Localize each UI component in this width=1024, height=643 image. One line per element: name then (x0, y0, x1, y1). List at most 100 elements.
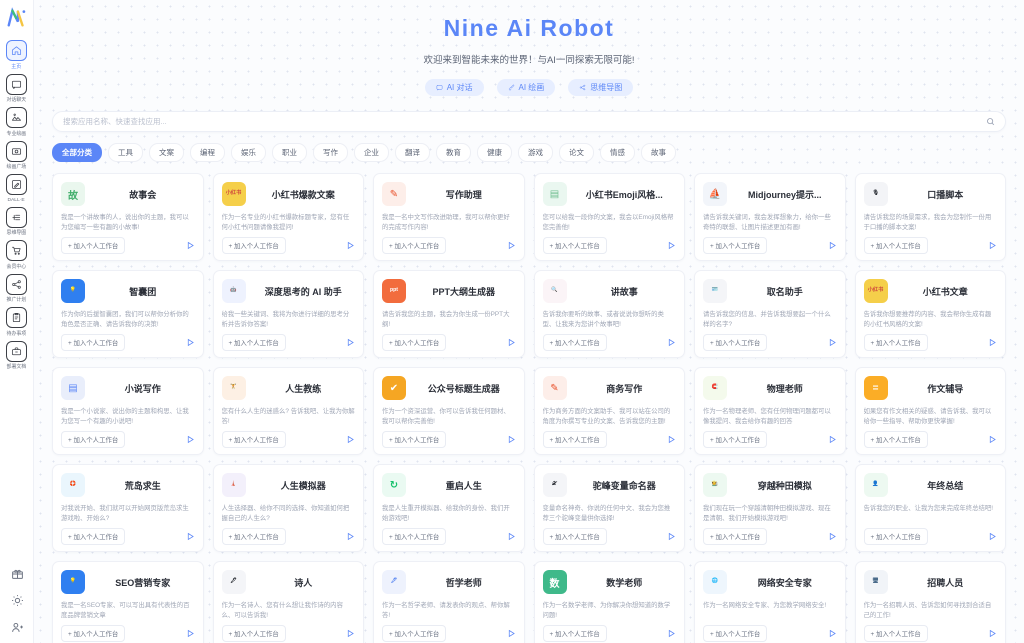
play-icon[interactable] (988, 241, 997, 250)
category-tag-1[interactable]: 全部分类 (52, 143, 102, 163)
add-to-workspace-button[interactable]: + 加入个人工作台 (61, 237, 126, 255)
add-to-workspace-button[interactable]: + 加入个人工作台 (542, 334, 607, 352)
sidebar-item-2[interactable]: 对话聊天 (0, 72, 34, 105)
play-icon[interactable] (186, 532, 195, 541)
add-to-workspace-button[interactable]: + 加入个人工作台 (703, 237, 768, 255)
app-card[interactable]: 🎙 口播脚本 请告诉我您的场景需求，我会为您制作一份用于口播的脚本文案! + 加… (854, 173, 1006, 262)
add-to-workspace-button[interactable]: + 加入个人工作台 (542, 528, 607, 546)
app-card[interactable]: 小红书 小红书爆款文案 作为一名专业的小红书爆款标题专家，您有任何小红书问题请像… (212, 173, 364, 262)
app-card[interactable]: 🧑‍🌾 穿越种田模拟 我们现在玩一个穿越清朝种田模拟游戏、现在是清朝、我们开始模… (694, 464, 846, 553)
app-card[interactable]: 🖥 招聘人员 作为一名招聘人员、告诉您如何寻找到合适自己的工作! + 加入个人工… (854, 561, 1006, 643)
add-to-workspace-button[interactable]: + 加入个人工作台 (542, 625, 607, 643)
add-to-workspace-button[interactable]: + 加入个人工作台 (61, 334, 126, 352)
category-tag-10[interactable]: 教育 (436, 143, 471, 163)
play-icon[interactable] (507, 241, 516, 250)
app-card[interactable]: 🗼 人生模拟器 人生选择器、给你不同的选择、你知道如何把握自己的人生么? + 加… (212, 464, 364, 553)
sidebar-item-4[interactable]: 绘画广场 (0, 139, 34, 172)
app-card[interactable]: 🛟 荒岛求生 对我说开始、我们就可以开始网页版荒岛求生游戏啦、开始么? + 加入… (52, 464, 204, 553)
add-to-workspace-button[interactable]: + 加入个人工作台 (863, 237, 928, 255)
user-add-icon[interactable] (9, 619, 25, 635)
play-icon[interactable] (667, 435, 676, 444)
app-card[interactable]: 𝒳 驼峰变量命名器 变量命名神奇、你说的任何中文、我会为您推荐三个驼峰变量供你选… (533, 464, 685, 553)
app-card[interactable]: 🧲 物理老师 作为一名物理老师、您有任何物理问题都可以像我提问、我会给你有趣的回… (694, 367, 846, 456)
play-icon[interactable] (988, 629, 997, 638)
app-card[interactable]: ✎ 写作助理 我是一名中文写作改进助理，我可以帮你更好的完成写作内容! + 加入… (373, 173, 525, 262)
play-icon[interactable] (667, 532, 676, 541)
category-tag-3[interactable]: 文案 (149, 143, 184, 163)
play-icon[interactable] (828, 338, 837, 347)
search-input[interactable] (63, 117, 986, 127)
app-card[interactable]: 💡 智囊团 作为你的后援智囊团，我们可以帮你分析你的角色是否正确、请告诉我你的决… (52, 270, 204, 359)
play-icon[interactable] (667, 241, 676, 250)
gift-icon[interactable] (9, 565, 25, 581)
play-icon[interactable] (828, 532, 837, 541)
play-icon[interactable] (828, 241, 837, 250)
play-icon[interactable] (667, 629, 676, 638)
play-icon[interactable] (346, 338, 355, 347)
app-card[interactable]: 🖊 哲学老师 作为一名哲学老师、请发表你的观点、帮你解答! + 加入个人工作台 (373, 561, 525, 643)
search-bar[interactable] (52, 111, 1006, 133)
play-icon[interactable] (988, 532, 997, 541)
add-to-workspace-button[interactable]: + 加入个人工作台 (221, 625, 286, 643)
add-to-workspace-button[interactable]: + 加入个人工作台 (382, 431, 447, 449)
add-to-workspace-button[interactable]: + 加入个人工作台 (542, 431, 607, 449)
play-icon[interactable] (186, 338, 195, 347)
app-card[interactable]: 小红书 小红书文章 告诉我你想要推荐的内容、我会帮你生成有趣的小红书风格的文案!… (854, 270, 1006, 359)
add-to-workspace-button[interactable]: + 加入个人工作台 (863, 334, 928, 352)
add-to-workspace-button[interactable]: + 加入个人工作台 (863, 431, 928, 449)
add-to-workspace-button[interactable]: + 加入个人工作台 (221, 334, 286, 352)
category-tag-13[interactable]: 论文 (559, 143, 594, 163)
sidebar-item-9[interactable]: 待办事项 (0, 305, 34, 338)
search-icon[interactable] (986, 117, 995, 126)
app-card[interactable]: 🖋 诗人 作为一名诗人、您有什么想让我作诗的内容么、可以告诉我! + 加入个人工… (212, 561, 364, 643)
app-card[interactable]: ⛵ Midjourney提示... 请告诉我关键词，我会发挥想象力，给你一些奇特… (694, 173, 846, 262)
add-to-workspace-button[interactable]: + 加入个人工作台 (221, 237, 286, 255)
app-card[interactable]: 🤖 深度思考的 AI 助手 给我一些关键词、我将为你进行详细的思考分析并告诉你答… (212, 270, 364, 359)
app-card[interactable]: 数 数学老师 作为一名数学老师、为你解决你想知道的数学问题! + 加入个人工作台 (533, 561, 685, 643)
add-to-workspace-button[interactable]: + 加入个人工作台 (703, 431, 768, 449)
add-to-workspace-button[interactable]: + 加入个人工作台 (61, 431, 126, 449)
app-card[interactable]: 💡 SEO营销专家 我是一名SEO专家、可以写出具有代表性的百度品牌营销文章 +… (52, 561, 204, 643)
play-icon[interactable] (346, 532, 355, 541)
play-icon[interactable] (507, 338, 516, 347)
add-to-workspace-button[interactable]: + 加入个人工作台 (221, 431, 286, 449)
app-card[interactable]: = 作文辅导 如果您有作文相关的疑惑、请告诉我、我可以给你一些指导、帮助你更快掌… (854, 367, 1006, 456)
category-tag-8[interactable]: 企业 (354, 143, 389, 163)
sidebar-item-8[interactable]: 推广计划 (0, 272, 34, 305)
play-icon[interactable] (828, 435, 837, 444)
play-icon[interactable] (667, 338, 676, 347)
app-card[interactable]: 👤 年终总结 告诉我您的职业、让我为您来完成年终总结吧! + 加入个人工作台 (854, 464, 1006, 553)
hero-pill-2[interactable]: AI 绘画 (496, 79, 556, 97)
category-tag-14[interactable]: 情感 (600, 143, 635, 163)
sidebar-item-6[interactable]: 思维导图 (0, 205, 34, 238)
add-to-workspace-button[interactable]: + 加入个人工作台 (863, 625, 928, 643)
add-to-workspace-button[interactable]: + 加入个人工作台 (703, 334, 768, 352)
add-to-workspace-button[interactable]: + 加入个人工作台 (703, 528, 768, 546)
add-to-workspace-button[interactable]: + 加入个人工作台 (61, 528, 126, 546)
sidebar-item-3[interactable]: 专业绘画 (0, 105, 34, 138)
add-to-workspace-button[interactable]: + 加入个人工作台 (382, 625, 447, 643)
hero-pill-3[interactable]: 思维导图 (568, 79, 634, 97)
play-icon[interactable] (507, 532, 516, 541)
category-tag-9[interactable]: 翻译 (395, 143, 430, 163)
app-card[interactable]: ↻ 重启人生 我是人生重开模拟器、给我你的身份、我们开始游戏吧! + 加入个人工… (373, 464, 525, 553)
play-icon[interactable] (186, 241, 195, 250)
category-tag-4[interactable]: 编程 (190, 143, 225, 163)
add-to-workspace-button[interactable]: + 加入个人工作台 (863, 528, 928, 546)
app-card[interactable]: ppt PPT大纲生成器 请告诉我您的主题，我会为你生成一份PPT大纲! + 加… (373, 270, 525, 359)
sidebar-item-10[interactable]: 部署文档 (0, 339, 34, 372)
play-icon[interactable] (988, 435, 997, 444)
play-icon[interactable] (346, 241, 355, 250)
app-card[interactable]: 🔍 讲故事 告诉我你要听的故事、或者说说你想听的类型、让我来为您讲个故事吧! +… (533, 270, 685, 359)
hero-pill-1[interactable]: AI 对话 (424, 79, 484, 97)
category-tag-15[interactable]: 故事 (641, 143, 676, 163)
add-to-workspace-button[interactable]: + 加入个人工作台 (542, 237, 607, 255)
sidebar-item-1[interactable]: 主页 (0, 38, 34, 71)
category-tag-7[interactable]: 写作 (313, 143, 348, 163)
app-card[interactable]: ✎ 商务写作 作为商务方面的文案助手、我可以站在公司的角度为你撰写专业的文案、告… (533, 367, 685, 456)
play-icon[interactable] (346, 435, 355, 444)
add-to-workspace-button[interactable]: + 加入个人工作台 (382, 334, 447, 352)
sidebar-item-5[interactable]: DALL·E (0, 172, 34, 204)
add-to-workspace-button[interactable]: + 加入个人工作台 (61, 625, 126, 643)
app-card[interactable]: ✔ 公众号标题生成器 作为一个资深运营、你可以告诉我任何题材、我可以帮你完善他!… (373, 367, 525, 456)
